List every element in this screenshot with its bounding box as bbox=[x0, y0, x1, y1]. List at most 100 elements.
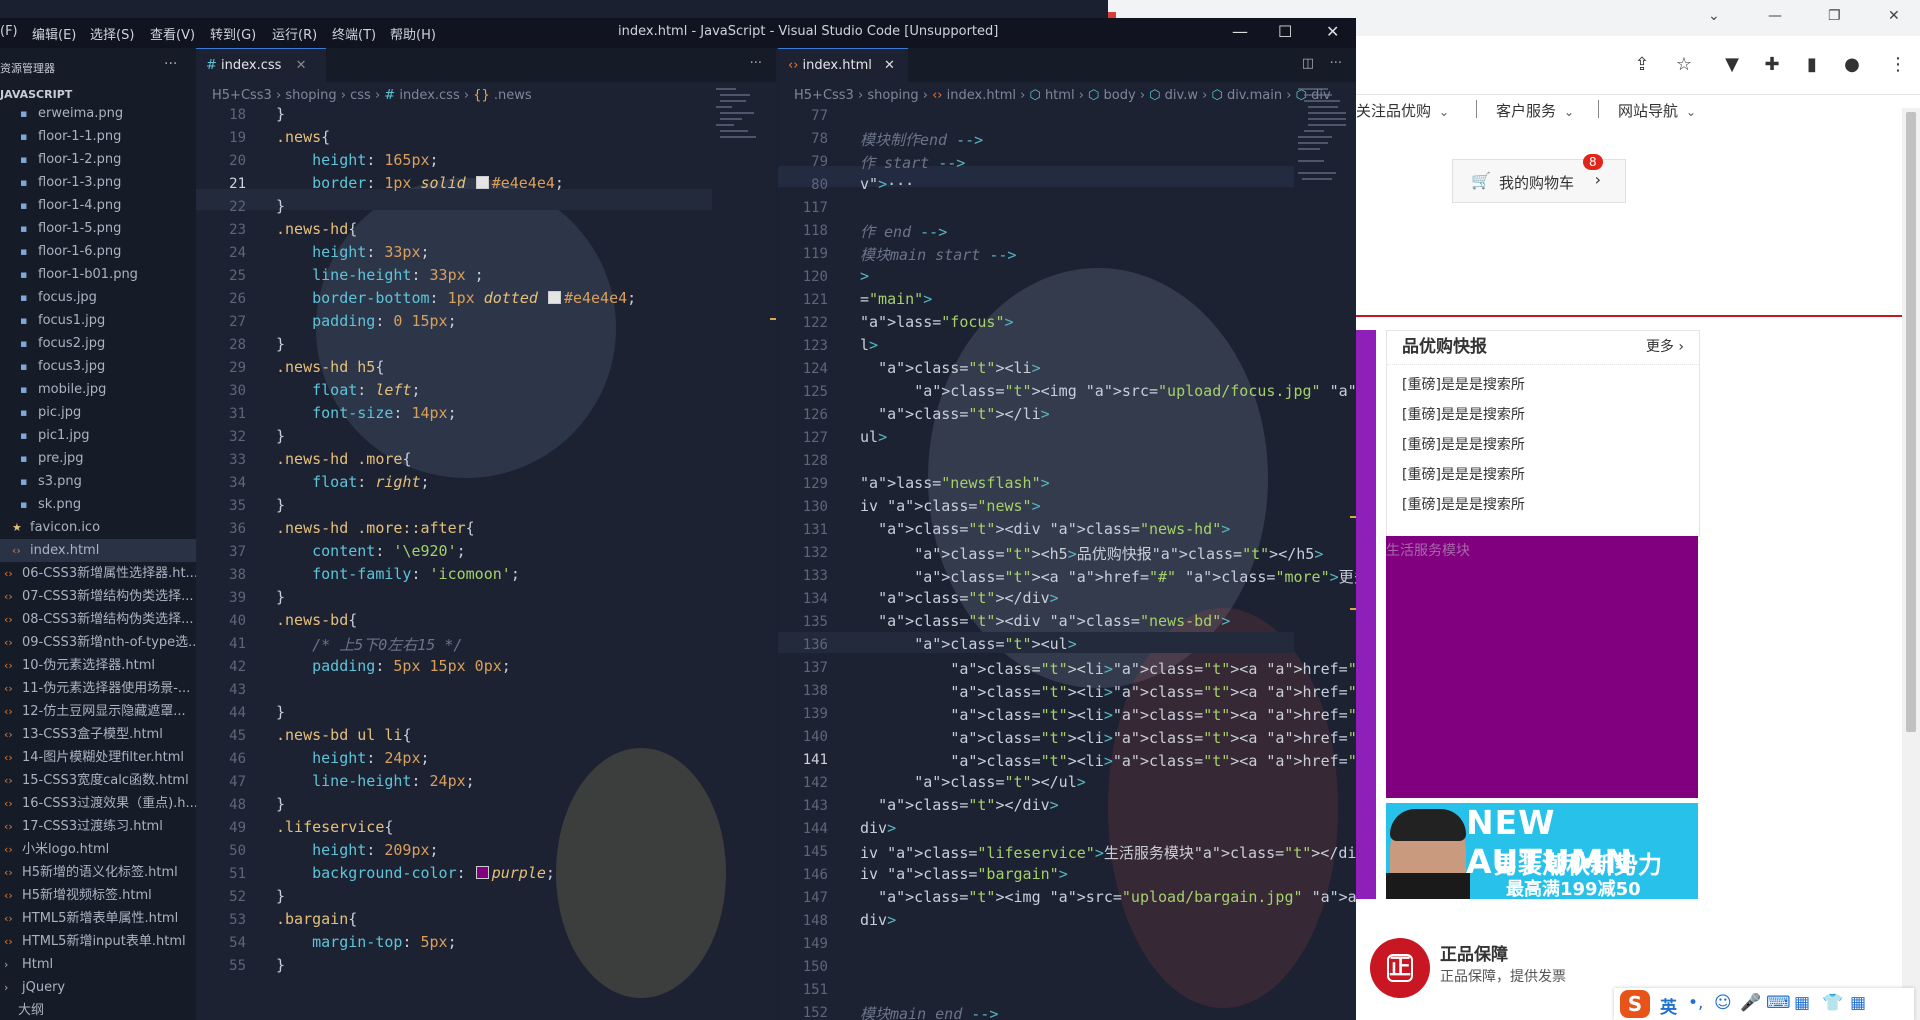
editor-left[interactable]: # index.css ✕ ··· H5+Css3 › shoping › cs… bbox=[196, 48, 776, 1020]
news-item[interactable]: [重磅]是是是搜索所 bbox=[1402, 460, 1684, 490]
file-item[interactable]: ‹› 小米logo.html bbox=[0, 838, 196, 861]
color-swatch[interactable] bbox=[475, 176, 489, 189]
file-item[interactable]: ‹› H5新增的语义化标签.html bbox=[0, 861, 196, 884]
file-item[interactable]: ▪ floor-1-2.png bbox=[0, 148, 196, 171]
minimize-icon[interactable]: — bbox=[1232, 22, 1248, 41]
news-item[interactable]: [重磅]是是是搜索所 bbox=[1402, 430, 1684, 460]
news-item[interactable]: [重磅]是是是搜索所 bbox=[1402, 490, 1684, 520]
file-item[interactable]: ‹› 13-CSS3盒子模型.html bbox=[0, 723, 196, 746]
sidepanel-icon[interactable]: ▮ bbox=[1800, 54, 1824, 75]
more-actions-icon[interactable]: ··· bbox=[164, 56, 177, 72]
minimap[interactable] bbox=[1298, 88, 1356, 248]
skin-icon[interactable]: 👕 bbox=[1822, 993, 1843, 1013]
maximize-icon[interactable]: ☐ bbox=[1278, 22, 1292, 41]
menu-help[interactable]: 帮助(H) bbox=[390, 24, 436, 43]
restore-icon[interactable]: ❐ bbox=[1828, 8, 1841, 24]
news-item[interactable]: [重磅]是是是搜索所 bbox=[1402, 400, 1684, 430]
file-item[interactable]: ▪ floor-1-b01.png bbox=[0, 263, 196, 286]
file-item[interactable]: ‹› HTML5新增input表单.html bbox=[0, 930, 196, 953]
file-item[interactable]: ‹› H5新增视频标签.html bbox=[0, 884, 196, 907]
extension-v-icon[interactable]: ▼ bbox=[1720, 54, 1744, 75]
minimap[interactable] bbox=[716, 88, 786, 248]
file-item[interactable]: ▪ pic1.jpg bbox=[0, 424, 196, 447]
file-item[interactable]: ▪ sk.png bbox=[0, 493, 196, 516]
tab-index-html[interactable]: ‹› index.html ✕ bbox=[778, 48, 908, 83]
menu-icon[interactable]: ⋮ bbox=[1886, 54, 1910, 75]
file-item[interactable]: ‹› 09-CSS3新增nth-of-type选... bbox=[0, 631, 196, 654]
emoji-icon[interactable]: ☺ bbox=[1714, 993, 1732, 1013]
page-scrollbar[interactable] bbox=[1902, 108, 1920, 1020]
shortcut-follow[interactable]: 关注品优购 ⌄ bbox=[1356, 100, 1449, 121]
star-icon[interactable]: ☆ bbox=[1672, 54, 1696, 75]
more-actions-icon[interactable]: ··· bbox=[750, 56, 762, 71]
menu-edit[interactable]: 编辑(E) bbox=[32, 24, 76, 43]
file-item[interactable]: ▪ focus.jpg bbox=[0, 286, 196, 309]
file-item[interactable]: ▪ erweima.png bbox=[0, 102, 196, 125]
minimize-icon[interactable]: — bbox=[1768, 8, 1782, 24]
close-tab-icon[interactable]: ✕ bbox=[884, 58, 895, 73]
keyboard-icon[interactable]: ⌨ bbox=[1766, 993, 1791, 1013]
outline-section[interactable]: 大纲 bbox=[0, 999, 196, 1020]
more-actions-icon[interactable]: ··· bbox=[1330, 56, 1342, 71]
folder-item[interactable]: › jQuery bbox=[0, 976, 196, 999]
file-item[interactable]: ▪ floor-1-4.png bbox=[0, 194, 196, 217]
file-item[interactable]: ‹› 17-CSS3过渡练习.html bbox=[0, 815, 196, 838]
file-item[interactable]: ‹› 08-CSS3新增结构伪类选择... bbox=[0, 608, 196, 631]
file-item[interactable]: ▪ floor-1-6.png bbox=[0, 240, 196, 263]
menu-go[interactable]: 转到(G) bbox=[210, 24, 256, 43]
shortcut-service[interactable]: 客户服务 ⌄ bbox=[1496, 100, 1574, 121]
file-item[interactable]: ▪ mobile.jpg bbox=[0, 378, 196, 401]
color-swatch[interactable] bbox=[475, 866, 489, 879]
file-item[interactable]: ‹› 10-伪元素选择器.html bbox=[0, 654, 196, 677]
punctuation-icon[interactable]: •, bbox=[1688, 993, 1703, 1013]
file-item-active[interactable]: ‹› index.html bbox=[0, 539, 196, 562]
file-item[interactable]: ▪ focus2.jpg bbox=[0, 332, 196, 355]
menu-terminal[interactable]: 终端(T) bbox=[332, 24, 376, 43]
file-item[interactable]: ‹› 12-仿土豆网显示隐藏遮罩... bbox=[0, 700, 196, 723]
file-item[interactable]: ▪ pre.jpg bbox=[0, 447, 196, 470]
file-item[interactable]: ‹› 15-CSS3宽度calc函数.html bbox=[0, 769, 196, 792]
file-item[interactable]: ▪ focus3.jpg bbox=[0, 355, 196, 378]
chevron-down-icon[interactable]: ⌄ bbox=[1708, 8, 1720, 24]
split-editor-icon[interactable]: ◫ bbox=[1302, 56, 1314, 71]
file-item[interactable]: ‹› HTML5新增表单属性.html bbox=[0, 907, 196, 930]
file-item[interactable]: ▪ floor-1-1.png bbox=[0, 125, 196, 148]
editor-right[interactable]: ‹› index.html ✕ ◫ ··· H5+Css3 › shoping … bbox=[778, 48, 1356, 1020]
color-swatch[interactable] bbox=[547, 291, 561, 304]
cart-button[interactable]: 🛒 我的购物车 › 8 bbox=[1452, 154, 1626, 203]
close-icon[interactable]: ✕ bbox=[1326, 22, 1339, 41]
shortcut-nav[interactable]: 网站导航 ⌄ bbox=[1618, 100, 1696, 121]
mic-icon[interactable]: 🎤 bbox=[1740, 993, 1761, 1013]
file-item[interactable]: ★ favicon.ico bbox=[0, 516, 196, 539]
news-item[interactable]: [重磅]是是是搜索所 bbox=[1402, 370, 1684, 400]
close-icon[interactable]: ✕ bbox=[1888, 8, 1900, 24]
menu-selection[interactable]: 选择(S) bbox=[90, 24, 134, 43]
file-item[interactable]: ▪ s3.png bbox=[0, 470, 196, 493]
avatar[interactable]: ● bbox=[1840, 54, 1864, 75]
bargain-banner[interactable]: NEW AUTUMN 男装潮秋新势力 最高满199减50 bbox=[1386, 803, 1698, 899]
menu-file[interactable]: (F) bbox=[0, 24, 18, 39]
scrollbar-thumb[interactable] bbox=[1906, 112, 1916, 732]
puzzle-icon[interactable]: ✚ bbox=[1760, 54, 1784, 75]
file-item[interactable]: ▪ floor-1-3.png bbox=[0, 171, 196, 194]
news-more-link[interactable]: 更多 › bbox=[1646, 331, 1684, 364]
file-item[interactable]: ‹› 11-伪元素选择器使用场景-... bbox=[0, 677, 196, 700]
menu-view[interactable]: 查看(V) bbox=[150, 24, 195, 43]
tab-index-css[interactable]: # index.css ✕ bbox=[196, 48, 326, 83]
close-tab-icon[interactable]: ✕ bbox=[296, 58, 307, 73]
folder-item[interactable]: › Html bbox=[0, 953, 196, 976]
file-item[interactable]: ‹› 16-CSS3过渡效果（重点).h... bbox=[0, 792, 196, 815]
file-item[interactable]: ‹› 06-CSS3新增属性选择器.ht... bbox=[0, 562, 196, 585]
share-icon[interactable]: ⇪ bbox=[1630, 54, 1654, 75]
ime-lang[interactable]: 英 bbox=[1660, 993, 1677, 1018]
workspace-section[interactable]: JAVASCRIPT bbox=[0, 88, 72, 101]
sogou-logo-icon[interactable]: S bbox=[1620, 990, 1650, 1018]
file-item[interactable]: ‹› 07-CSS3新增结构伪类选择... bbox=[0, 585, 196, 608]
file-item[interactable]: ▪ focus1.jpg bbox=[0, 309, 196, 332]
menu-run[interactable]: 运行(R) bbox=[272, 24, 317, 43]
file-item[interactable]: ‹› 14-图片模糊处理filter.html bbox=[0, 746, 196, 769]
toolbox-icon[interactable]: ▦ bbox=[1794, 993, 1810, 1013]
grid-icon[interactable]: ▦ bbox=[1850, 993, 1866, 1013]
file-item[interactable]: ▪ pic.jpg bbox=[0, 401, 196, 424]
file-item[interactable]: ▪ floor-1-5.png bbox=[0, 217, 196, 240]
